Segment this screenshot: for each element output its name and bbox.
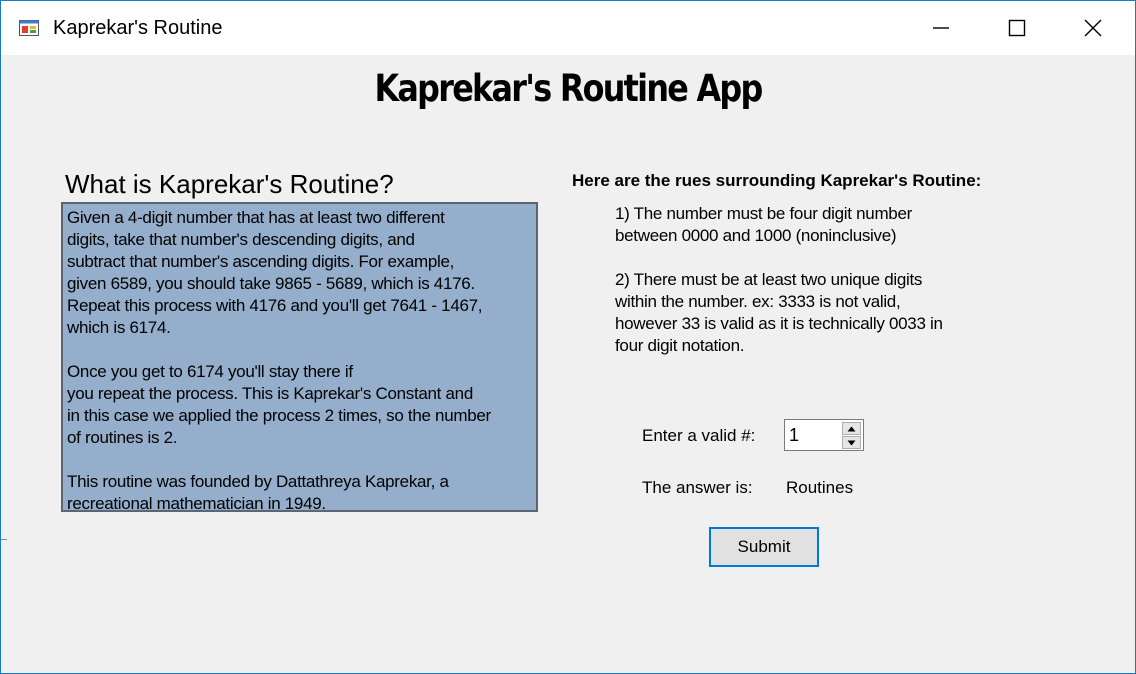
description-textbox[interactable]: Given a 4-digit number that has at least… — [61, 202, 538, 513]
title-bar[interactable]: Kaprekar's Routine — [1, 1, 1135, 55]
chevron-down-icon — [847, 440, 856, 445]
close-icon — [1084, 19, 1102, 37]
description-title: What is Kaprekar's Routine? — [65, 169, 394, 199]
rules-title: Here are the rues surrounding Kaprekar's… — [572, 171, 982, 190]
minimize-icon — [933, 27, 949, 29]
chevron-up-icon — [847, 426, 856, 431]
decrement-button[interactable] — [842, 436, 861, 449]
app-icon — [19, 20, 39, 36]
app-window: Kaprekar's Routine Kaprekar's Routine Ap… — [0, 0, 1136, 674]
minimize-button[interactable] — [903, 1, 979, 55]
rule-text: 2) There must be at least two unique dig… — [615, 270, 943, 355]
number-input[interactable] — [787, 422, 841, 448]
answer-label: The answer is: — [642, 478, 753, 497]
number-stepper[interactable] — [784, 419, 864, 451]
window-title: Kaprekar's Routine — [53, 17, 223, 39]
close-button[interactable] — [1055, 1, 1131, 55]
edge-marker — [1, 539, 7, 540]
maximize-icon — [1008, 19, 1026, 37]
rule-text: 1) The number must be four digit number … — [615, 204, 912, 245]
description-paragraph: This routine was founded by Dattathreya … — [67, 472, 449, 513]
app-heading: Kaprekar's Routine App — [374, 67, 763, 110]
number-label: Enter a valid #: — [642, 426, 756, 445]
increment-button[interactable] — [842, 422, 861, 435]
maximize-button[interactable] — [979, 1, 1055, 55]
description-paragraph: Once you get to 6174 you'll stay there i… — [67, 362, 491, 447]
description-paragraph: Given a 4-digit number that has at least… — [67, 208, 483, 337]
answer-value: Routines — [786, 478, 854, 497]
submit-button[interactable]: Submit — [709, 527, 819, 567]
